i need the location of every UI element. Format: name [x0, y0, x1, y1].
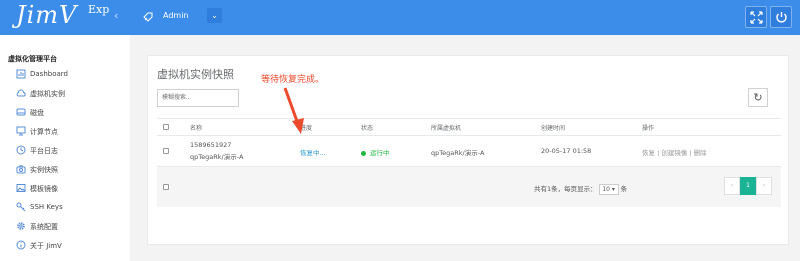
user-dropdown-button[interactable]: ⌄ [207, 8, 222, 23]
sidebar-item-instances[interactable]: 虚拟机实例 [16, 88, 126, 100]
sidebar-item-label: SSH Keys [30, 203, 63, 211]
gauge-icon [16, 69, 26, 79]
snapshot-owner: qpTegaRk/演示-A [190, 153, 244, 161]
refresh-icon: ↻ [753, 91, 763, 104]
fullscreen-button[interactable] [745, 6, 767, 28]
prev-page-button[interactable]: ‹ [724, 177, 740, 195]
info-icon [16, 240, 26, 250]
page-1-button[interactable]: 1 [740, 177, 756, 195]
brand-edition: Exp [88, 3, 110, 16]
logout-button[interactable] [770, 6, 792, 28]
sidebar-item-label: 计算节点 [30, 128, 58, 136]
sidebar-item-label: 关于 JimV [30, 242, 62, 250]
sidebar-item-label: 系统配置 [30, 223, 58, 231]
sidebar-item-label: Dashboard [30, 70, 68, 78]
pagination-summary: 共有1条，每页显示： 10 ▾ 条 [534, 183, 627, 195]
sidebar-item-templates[interactable]: 模板镜像 [16, 183, 126, 195]
sidebar: 虚拟化管理平台 Dashboard 虚拟机实例 磁盘 计算节点 平台日志 实例快… [0, 35, 130, 261]
image-icon [16, 184, 26, 192]
column-status: 状态 [361, 125, 374, 132]
refresh-button[interactable]: ↻ [748, 88, 768, 107]
brand-logo[interactable]: JimV Exp [0, 0, 130, 35]
search-input[interactable] [157, 89, 239, 107]
pagination-summary-prefix: 共有1条，每页显示： [534, 185, 597, 193]
sidebar-item-label: 模板镜像 [30, 185, 58, 193]
sidebar-item-snapshots[interactable]: 实例快照 [16, 164, 126, 176]
sidebar-item-nodes[interactable]: 计算节点 [16, 126, 126, 138]
sidebar-item-label: 平台日志 [30, 147, 58, 155]
gear-icon [17, 222, 25, 230]
rocket-icon [143, 12, 153, 22]
sidebar-collapse-icon[interactable]: ‹ [114, 9, 118, 22]
column-created: 创建时间 [541, 125, 566, 132]
brand-name: JimV [16, 1, 78, 29]
status-badge: 运行中 [361, 147, 390, 157]
status-dot-icon [361, 150, 366, 156]
sidebar-item-disks[interactable]: 磁盘 [16, 107, 126, 119]
page-title: 虚拟机实例快照 [157, 68, 234, 81]
sidebar-item-dashboard[interactable]: Dashboard [16, 69, 126, 81]
table-footer: 共有1条，每页显示： 10 ▾ 条 ‹ 1 › [157, 167, 781, 207]
delete-link[interactable]: 删除 [694, 149, 707, 157]
top-navbar: JimV Exp ‹ Admin ⌄ [0, 0, 800, 35]
snapshot-panel: 虚拟机实例快照 等待恢复完成。 ↻ 名称 进度 状态 所属虚拟机 创建时间 操作… [147, 55, 789, 245]
footer-checkbox[interactable] [163, 184, 169, 190]
pagination-summary-suffix: 条 [620, 185, 628, 193]
page-size-select[interactable]: 10 ▾ [598, 184, 619, 195]
sidebar-item-label: 实例快照 [30, 166, 58, 174]
monitor-icon [16, 126, 26, 136]
select-all-checkbox[interactable] [163, 124, 169, 130]
next-page-button[interactable]: › [756, 177, 772, 195]
sidebar-item-ssh-keys[interactable]: SSH Keys [16, 202, 126, 214]
annotation-text: 等待恢复完成。 [261, 75, 325, 85]
clock-icon [16, 145, 26, 155]
fullscreen-icon [750, 11, 763, 24]
table-header: 名称 进度 状态 所属虚拟机 创建时间 操作 [157, 118, 781, 136]
sidebar-item-label: 虚拟机实例 [30, 90, 65, 98]
key-icon [16, 202, 26, 212]
created-time: 20-05-17 01:58 [541, 147, 592, 155]
column-progress: 进度 [300, 125, 313, 132]
sidebar-title: 虚拟化管理平台 [8, 55, 57, 63]
vm-name: qpTegaRk/演示-A [431, 149, 485, 157]
cloud-icon [16, 89, 26, 97]
disk-icon [16, 108, 26, 116]
column-name: 名称 [190, 125, 203, 132]
create-image-link[interactable]: 创建镜像 [661, 149, 687, 157]
sidebar-item-settings[interactable]: 系统配置 [16, 221, 126, 233]
camera-icon [16, 165, 26, 174]
sidebar-item-label: 磁盘 [30, 109, 44, 117]
snapshot-id: 1589651927 [190, 141, 232, 149]
table-row: 1589651927 qpTegaRk/演示-A 恢复中... 运行中 qpTe… [157, 136, 781, 167]
page-size-value: 10 [602, 186, 610, 193]
status-text: 运行中 [370, 149, 390, 157]
user-name[interactable]: Admin [163, 11, 189, 20]
row-checkbox[interactable] [163, 148, 169, 154]
sidebar-item-about[interactable]: 关于 JimV [16, 240, 126, 252]
row-actions: 恢复 | 创建镜像 | 删除 [642, 149, 707, 157]
main-content: 虚拟机实例快照 等待恢复完成。 ↻ 名称 进度 状态 所属虚拟机 创建时间 操作… [130, 35, 800, 261]
column-actions: 操作 [642, 125, 655, 132]
progress-status: 恢复中... [300, 149, 326, 157]
sidebar-item-logs[interactable]: 平台日志 [16, 145, 126, 157]
power-icon [776, 12, 787, 23]
column-vm: 所属虚拟机 [431, 125, 462, 132]
restore-link[interactable]: 恢复 [642, 149, 655, 157]
